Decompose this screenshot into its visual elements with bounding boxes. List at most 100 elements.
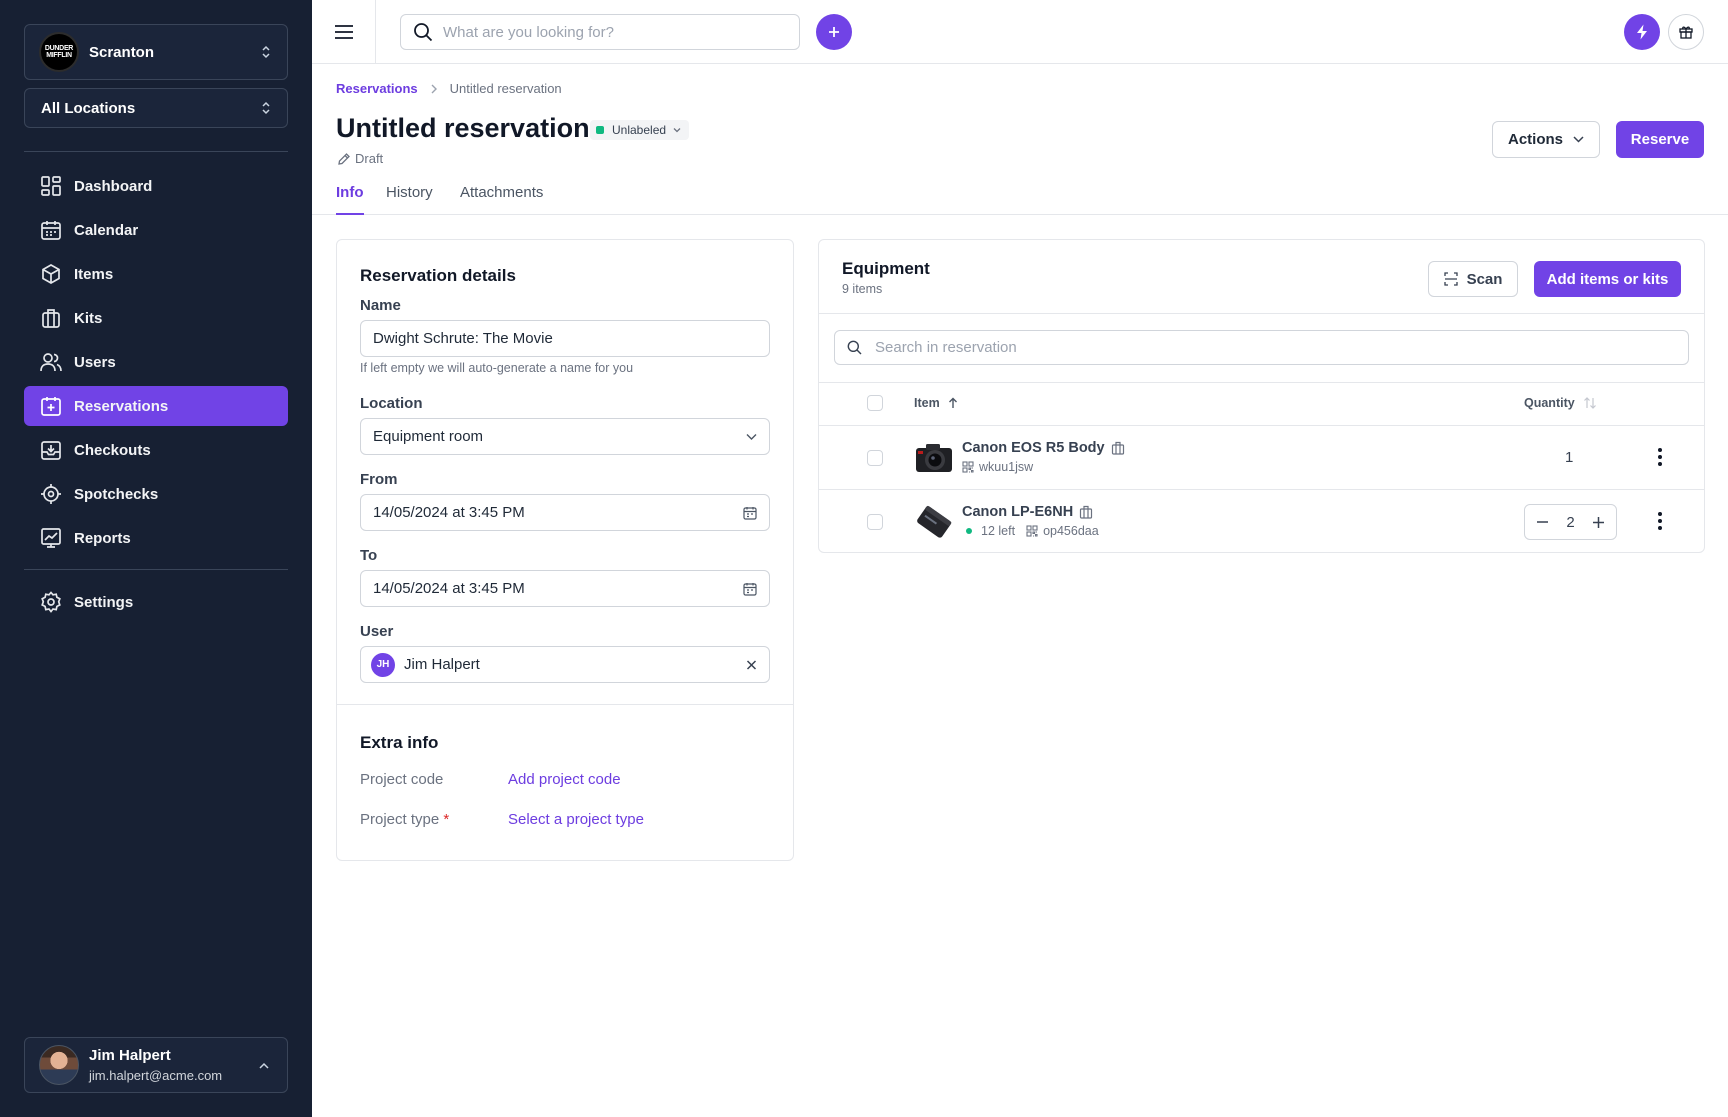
global-search-input[interactable]: What are you looking for? <box>400 14 800 50</box>
item-name-text[interactable]: Canon EOS R5 Body <box>962 440 1105 456</box>
gift-button[interactable] <box>1668 14 1704 50</box>
to-date-input[interactable]: 14/05/2024 at 3:45 PM <box>360 570 770 607</box>
organization-selector[interactable]: DUNDER MIFFLIN Scranton <box>24 24 288 80</box>
sidebar-item-reports[interactable]: Reports <box>24 518 288 558</box>
sidebar-divider <box>24 569 288 570</box>
sidebar-item-label: Reports <box>74 529 131 547</box>
add-project-code-link[interactable]: Add project code <box>508 771 621 788</box>
search-icon <box>414 23 433 42</box>
briefcase-icon <box>42 309 60 328</box>
whats-new-button[interactable] <box>1624 14 1660 50</box>
sidebar-item-dashboard[interactable]: Dashboard <box>24 166 288 206</box>
name-hint: If left empty we will auto-generate a na… <box>360 361 634 375</box>
select-all-checkbox[interactable] <box>867 395 883 411</box>
reservation-search-input[interactable]: Search in reservation <box>834 330 1689 365</box>
divider <box>819 313 1704 314</box>
to-date-value: 14/05/2024 at 3:45 PM <box>373 580 525 597</box>
scan-label: Scan <box>1466 270 1503 288</box>
from-date-input[interactable]: 14/05/2024 at 3:45 PM <box>360 494 770 531</box>
sidebar-item-reservations[interactable]: Reservations <box>24 386 288 426</box>
user-menu[interactable]: Jim Halpert jim.halpert@acme.com <box>24 1037 288 1093</box>
chevron-down-icon <box>673 128 681 133</box>
label-text: Unlabeled <box>612 123 667 137</box>
name-input[interactable]: Dwight Schrute: The Movie <box>360 320 770 357</box>
chevron-right-icon <box>431 84 437 93</box>
location-filter-selector[interactable]: All Locations <box>24 88 288 128</box>
sidebar-item-checkouts[interactable]: Checkouts <box>24 430 288 470</box>
user-select[interactable]: JH Jim Halpert <box>360 646 770 683</box>
breadcrumb: Reservations Untitled reservation <box>336 81 562 96</box>
breadcrumb-reservations-link[interactable]: Reservations <box>336 81 418 96</box>
status-badge: Draft <box>337 151 383 166</box>
equipment-count: 9 items <box>842 282 883 296</box>
item-name-text[interactable]: Canon LP-E6NH <box>962 504 1073 520</box>
project-code-label: Project code <box>360 771 444 788</box>
camera-thumbnail <box>916 444 952 472</box>
user-initials-avatar: JH <box>371 652 395 677</box>
sidebar-item-spotchecks[interactable]: Spotchecks <box>24 474 288 514</box>
plus-icon[interactable] <box>1593 516 1604 528</box>
project-type-field: Project type * <box>360 811 449 828</box>
label-selector[interactable]: Unlabeled <box>590 120 690 140</box>
menu-toggle-button[interactable] <box>312 0 376 64</box>
battery-thumbnail <box>917 505 952 538</box>
column-header-item[interactable]: Item <box>914 396 958 410</box>
user-name: Jim Halpert <box>89 1047 171 1064</box>
pencil-icon <box>338 152 350 165</box>
item-name: Canon LP-E6NH <box>962 504 1093 520</box>
column-header-quantity-label: Quantity <box>1524 396 1575 410</box>
sidebar-item-items[interactable]: Items <box>24 254 288 294</box>
sort-icon <box>1583 397 1596 409</box>
equipment-card: Equipment 9 items Scan Add items or kits… <box>818 239 1705 553</box>
topbar: What are you looking for? <box>312 0 1728 64</box>
sidebar-item-calendar[interactable]: Calendar <box>24 210 288 250</box>
row-checkbox[interactable] <box>867 514 883 530</box>
calendar-icon[interactable] <box>743 582 757 596</box>
more-options-icon[interactable] <box>1657 447 1663 467</box>
tab-attachments[interactable]: Attachments <box>460 184 543 215</box>
reserve-button[interactable]: Reserve <box>1616 121 1704 158</box>
arrow-up-icon <box>948 397 957 408</box>
search-icon <box>847 340 862 355</box>
sidebar-item-kits[interactable]: Kits <box>24 298 288 338</box>
minus-icon[interactable] <box>1537 521 1548 523</box>
sidebar-item-users[interactable]: Users <box>24 342 288 382</box>
status-text: Draft <box>355 151 384 166</box>
location-label: Location <box>360 395 423 412</box>
lightning-icon <box>1637 24 1647 40</box>
more-options-icon[interactable] <box>1657 511 1663 531</box>
tab-history[interactable]: History <box>386 184 433 215</box>
tab-info[interactable]: Info <box>336 184 364 215</box>
user-value: Jim Halpert <box>404 656 480 673</box>
tab-bar: Info History Attachments <box>312 184 1728 215</box>
close-icon[interactable] <box>746 659 757 670</box>
sidebar-item-label: Calendar <box>74 221 139 239</box>
label-color-dot <box>596 126 604 134</box>
chevron-up-down-icon <box>262 101 270 115</box>
sidebar-item-settings[interactable]: Settings <box>24 582 288 622</box>
to-label: To <box>360 547 378 564</box>
row-checkbox[interactable] <box>867 450 883 466</box>
column-header-item-label: Item <box>914 396 940 410</box>
chevron-up-icon <box>259 1062 269 1069</box>
quick-add-button[interactable] <box>816 14 852 50</box>
quantity-stepper[interactable]: 2 <box>1524 504 1617 540</box>
quantity-value[interactable]: 2 <box>1566 514 1574 531</box>
calendar-icon[interactable] <box>743 506 757 520</box>
item-code: op456daa <box>1043 524 1099 538</box>
reservation-details-title: Reservation details <box>360 266 516 285</box>
add-items-or-kits-button[interactable]: Add items or kits <box>1534 261 1681 297</box>
equipment-title: Equipment <box>842 259 930 278</box>
avatar <box>39 1045 79 1085</box>
location-select[interactable]: Equipment room <box>360 418 770 455</box>
actions-button[interactable]: Actions <box>1492 121 1600 158</box>
scan-button[interactable]: Scan <box>1428 261 1518 297</box>
column-header-quantity[interactable]: Quantity <box>1524 396 1597 410</box>
select-project-type-link[interactable]: Select a project type <box>508 811 644 828</box>
card-divider <box>337 704 793 705</box>
calendar-plus-icon <box>41 397 61 416</box>
reservation-search-placeholder: Search in reservation <box>875 339 1017 356</box>
sidebar: DUNDER MIFFLIN Scranton All Locations Das… <box>0 0 312 1117</box>
divider <box>819 425 1704 426</box>
gear-icon <box>41 591 61 613</box>
